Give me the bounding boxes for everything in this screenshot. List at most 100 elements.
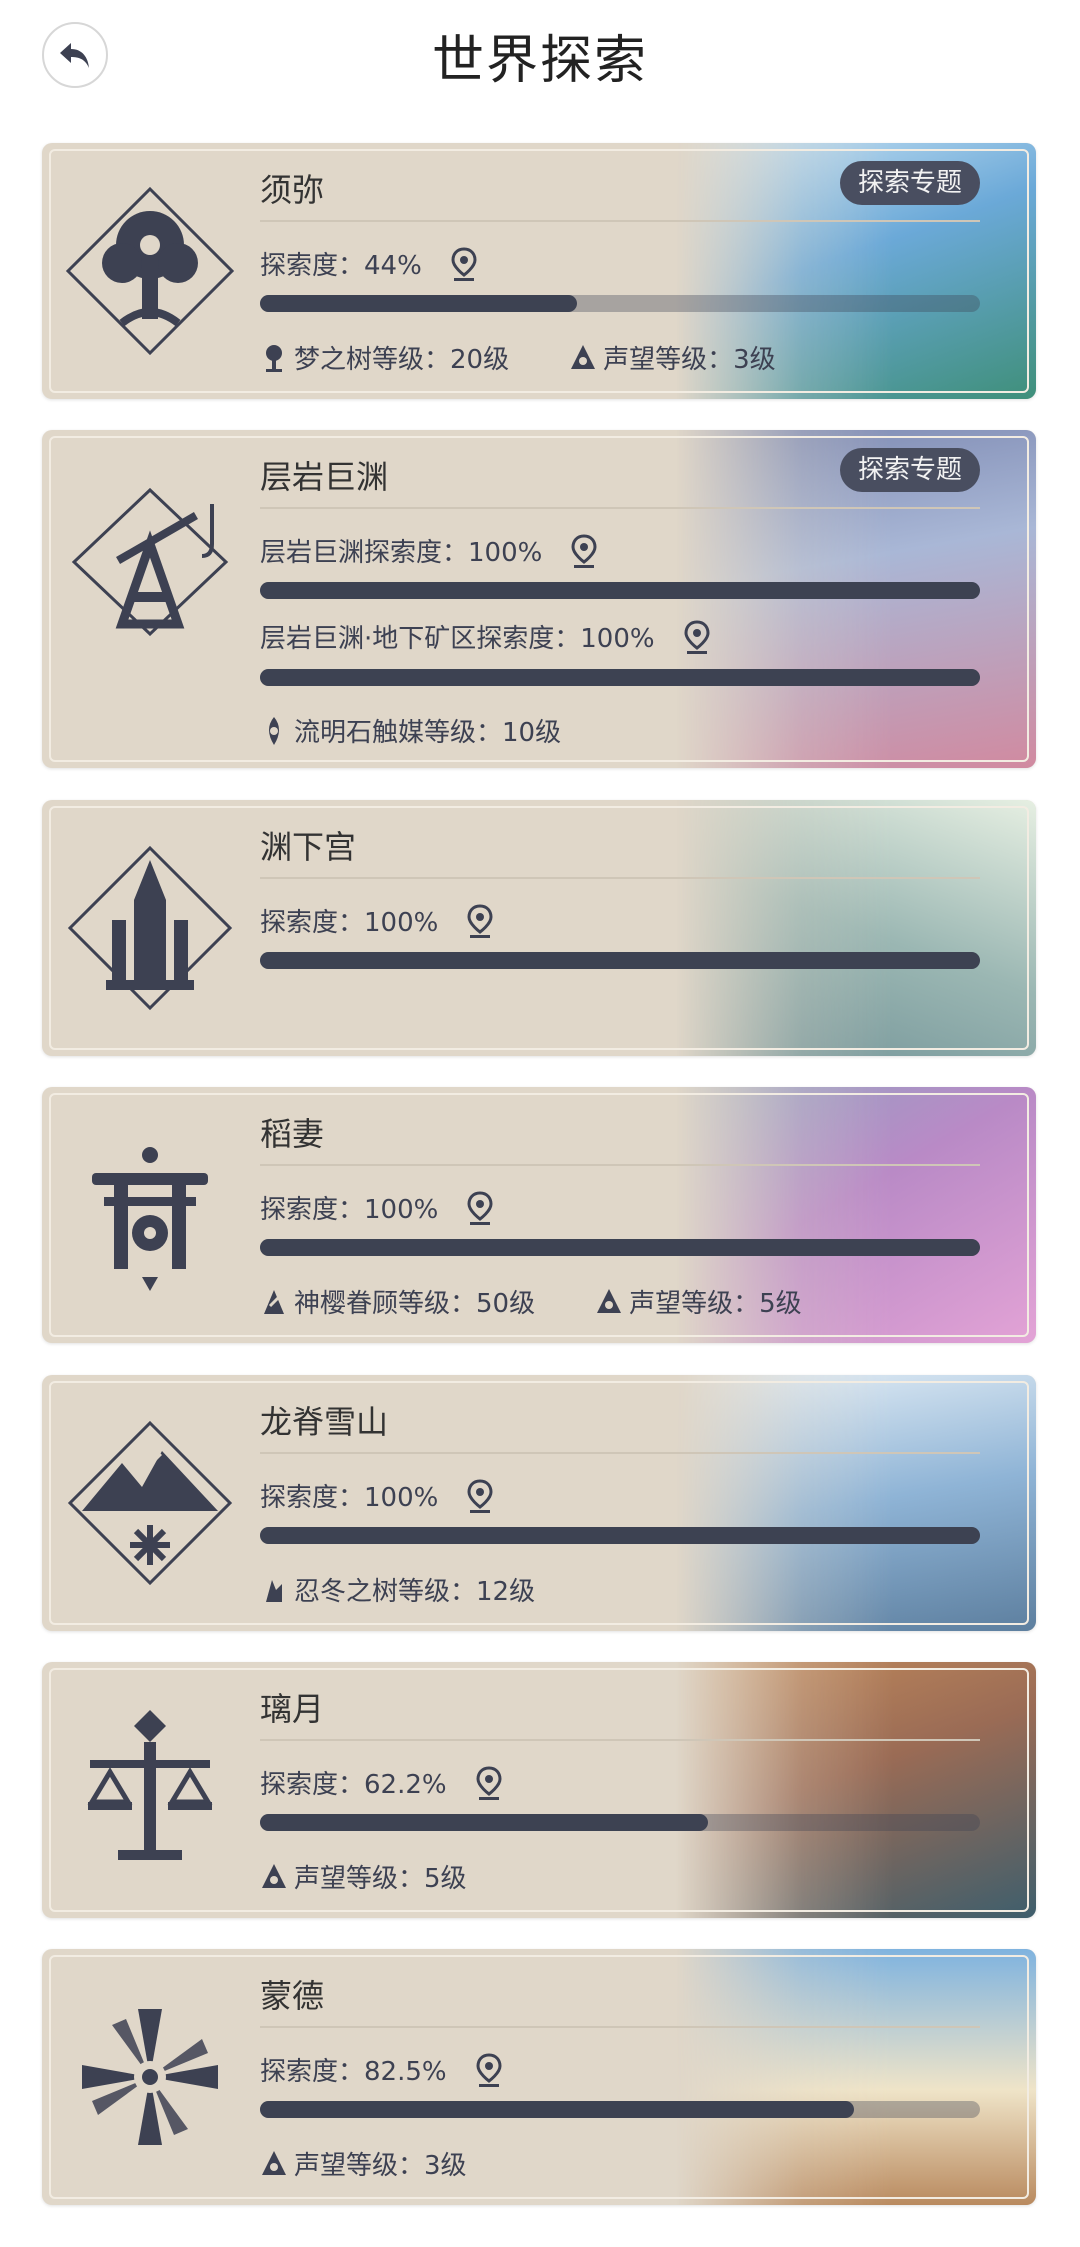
exploration-label: 探索度：100%: [260, 1195, 439, 1225]
divider: [260, 1452, 980, 1454]
level-item: 忍冬之树等级：12级: [260, 1571, 535, 1608]
levels-row: 忍冬之树等级：12级: [260, 1571, 595, 1608]
liyue-scale-emblem-icon: [87, 1710, 213, 1860]
header: 世界探索: [0, 0, 1080, 115]
level-text: 忍冬之树等级：12级: [294, 1577, 536, 1607]
map-pin-icon[interactable]: [450, 246, 478, 281]
frostbearing-tree-icon: [266, 1579, 282, 1602]
progress-fill: [260, 669, 980, 686]
chasm-crane-emblem-icon: [71, 487, 229, 637]
levels-row: 神樱眷顾等级：50级 声望等级：5级: [260, 1283, 862, 1320]
exploration-stat: 探索度：100%: [260, 1189, 494, 1226]
levels-row: 声望等级：5级: [260, 1858, 527, 1895]
region-card-inazuma[interactable]: 稻妻 探索度：100% 神樱眷顾等级：50级 声望等级：5级: [42, 1087, 1036, 1343]
progress-fill: [260, 295, 577, 312]
exploration-stat: 层岩巨渊探索度：100%: [260, 532, 598, 569]
reputation-icon: [262, 2150, 286, 2175]
level-text: 声望等级：5级: [294, 1864, 467, 1894]
reputation-icon: [571, 344, 596, 369]
region-name: 层岩巨渊: [260, 458, 389, 496]
reputation-icon: [597, 1288, 622, 1313]
region-name: 须弥: [260, 171, 325, 209]
divider: [260, 2026, 980, 2028]
exploration-label: 探索度：44%: [260, 251, 422, 281]
exploration-label: 探索度：82.5%: [260, 2057, 447, 2087]
exploration-progress-bar: [260, 295, 980, 312]
divider: [260, 507, 980, 509]
levels-row: 声望等级：3级: [260, 2145, 527, 2182]
region-card-dragonspine[interactable]: 龙脊雪山 探索度：100% 忍冬之树等级：12级: [42, 1375, 1036, 1631]
region-card-enkanomiya[interactable]: 渊下宫 探索度：100%: [42, 800, 1036, 1056]
region-name: 龙脊雪山: [260, 1403, 389, 1441]
exploration-progress-bar: [260, 582, 980, 599]
progress-fill: [260, 2101, 854, 2118]
region-card-liyue[interactable]: 璃月 探索度：62.2% 声望等级：5级: [42, 1662, 1036, 1918]
region-card-chasm[interactable]: 层岩巨渊 探索专题 层岩巨渊探索度：100% 层岩巨渊·地下矿区探索度：100%…: [42, 430, 1036, 768]
region-name: 蒙德: [260, 1977, 325, 2015]
level-text: 梦之树等级：20级: [294, 345, 510, 375]
level-item: 声望等级：3级: [569, 339, 776, 376]
reputation-icon: [262, 1863, 286, 1888]
progress-fill: [260, 1527, 980, 1544]
exploration-progress-bar: [260, 1239, 980, 1256]
level-text: 流明石触媒等级：10级: [294, 718, 562, 748]
exploration-stat: 探索度：62.2%: [260, 1764, 503, 1801]
map-pin-icon[interactable]: [570, 533, 598, 568]
exploration-stat: 层岩巨渊·地下矿区探索度：100%: [260, 618, 711, 655]
levels-row: 流明石触媒等级：10级: [260, 712, 621, 749]
explore-topic-button[interactable]: 探索专题: [839, 448, 980, 492]
map-pin-icon[interactable]: [683, 619, 711, 654]
inazuma-torii-emblem-icon: [92, 1147, 208, 1291]
divider: [260, 1164, 980, 1166]
exploration-stat: 探索度：82.5%: [260, 2051, 503, 2088]
exploration-stat: 探索度：100%: [260, 1477, 494, 1514]
region-card-sumeru[interactable]: 须弥 探索专题 探索度：44% 梦之树等级：20级 声望等级：3级: [42, 143, 1036, 399]
level-item: 流明石触媒等级：10级: [260, 712, 561, 749]
exploration-label: 探索度：62.2%: [260, 1770, 447, 1800]
level-item: 梦之树等级：20级: [260, 339, 509, 376]
level-text: 声望等级：3级: [294, 2151, 467, 2181]
explore-topic-button[interactable]: 探索专题: [839, 161, 980, 205]
exploration-label: 探索度：100%: [260, 1483, 439, 1513]
divider: [260, 220, 980, 222]
level-item: 声望等级：5级: [595, 1283, 802, 1320]
dragonspine-emblem-icon: [67, 1420, 233, 1586]
exploration-label: 探索度：100%: [260, 908, 439, 938]
exploration-progress-bar: [260, 2101, 980, 2118]
map-pin-icon[interactable]: [475, 1765, 503, 1800]
exploration-stat: 探索度：44%: [260, 245, 478, 282]
map-pin-icon[interactable]: [475, 2052, 503, 2087]
sumeru-tree-emblem-icon: [65, 186, 235, 356]
exploration-progress-bar: [260, 1814, 980, 1831]
page-title: 世界探索: [431, 31, 648, 91]
levels-row: 梦之树等级：20级 声望等级：3级: [260, 339, 836, 376]
level-item: 神樱眷顾等级：50级: [260, 1283, 535, 1320]
progress-fill: [260, 1814, 708, 1831]
progress-fill: [260, 1239, 980, 1256]
level-text: 神樱眷顾等级：50级: [294, 1289, 536, 1319]
enkanomiya-emblem-icon: [67, 845, 233, 1011]
region-name: 稻妻: [260, 1115, 325, 1153]
lumenstone-icon: [269, 716, 279, 745]
dendro-tree-icon: [266, 344, 282, 372]
region-name: 璃月: [260, 1690, 325, 1728]
level-item: 声望等级：5级: [260, 1858, 467, 1895]
exploration-progress-bar: [260, 952, 980, 969]
progress-fill: [260, 582, 980, 599]
exploration-progress-bar: [260, 1527, 980, 1544]
map-pin-icon[interactable]: [466, 1190, 494, 1225]
region-card-mondstadt[interactable]: 蒙德 探索度：82.5% 声望等级：3级: [42, 1949, 1036, 2205]
progress-fill: [260, 952, 980, 969]
sakura-icon: [264, 1289, 284, 1314]
map-pin-icon[interactable]: [466, 1478, 494, 1513]
mondstadt-windmill-emblem-icon: [82, 2009, 218, 2145]
exploration-label: 层岩巨渊探索度：100%: [260, 538, 543, 568]
exploration-progress-bar: [260, 669, 980, 686]
divider: [260, 877, 980, 879]
level-text: 声望等级：3级: [603, 345, 776, 375]
exploration-label: 层岩巨渊·地下矿区探索度：100%: [260, 624, 655, 654]
level-text: 声望等级：5级: [629, 1289, 802, 1319]
map-pin-icon[interactable]: [466, 903, 494, 938]
region-name: 渊下宫: [260, 828, 357, 866]
exploration-stat: 探索度：100%: [260, 902, 494, 939]
